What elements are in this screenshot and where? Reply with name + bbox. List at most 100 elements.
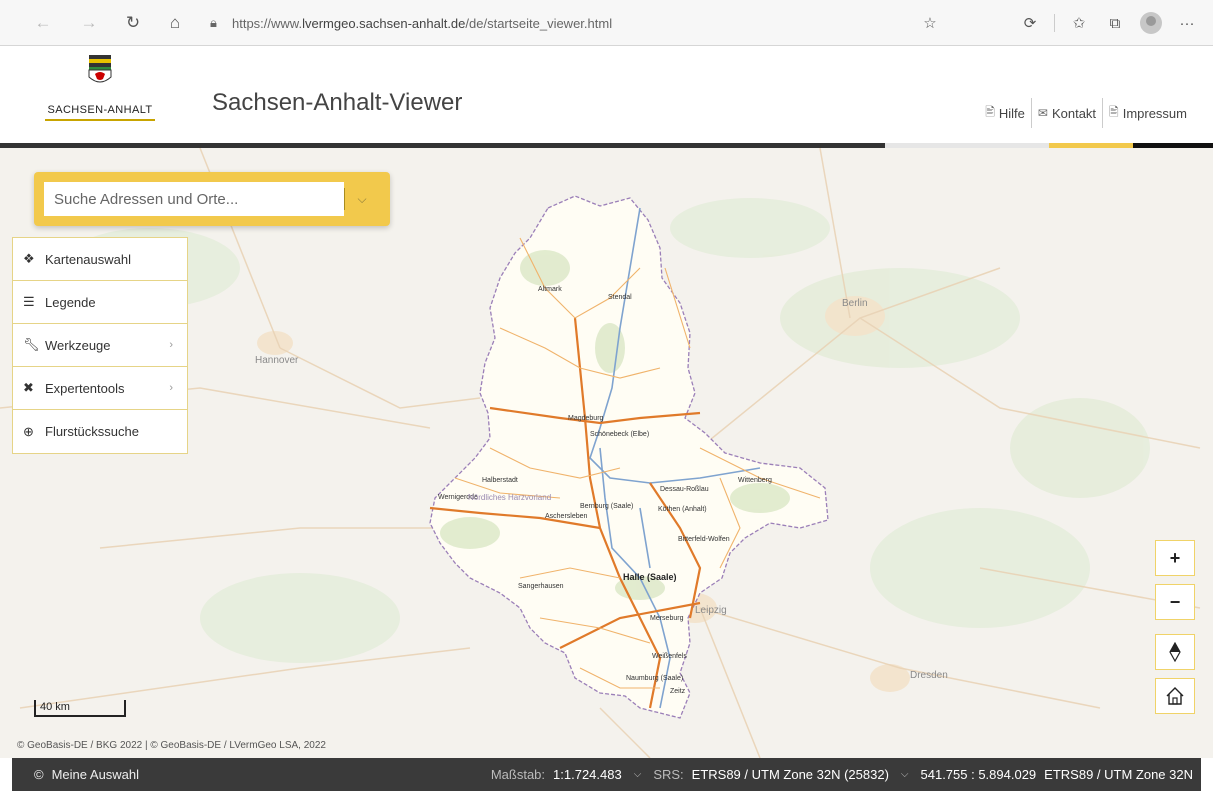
coat-of-arms-icon bbox=[88, 55, 112, 83]
add-favorite-icon[interactable]: ☆ bbox=[914, 8, 946, 38]
label-leipzig: Leipzig bbox=[695, 605, 727, 616]
label-halberstadt: Halberstadt bbox=[482, 477, 518, 484]
header-links: 🖹︎ Hilfe ✉︎ Kontakt 🖹︎ Impressum bbox=[979, 98, 1193, 128]
label-dessau: Dessau-Roßlau bbox=[660, 486, 709, 493]
chevron-right-icon: › bbox=[169, 339, 173, 351]
label-merseburg: Merseburg bbox=[650, 615, 684, 622]
scale-bar: 40 km bbox=[34, 700, 126, 717]
menu-item-legende[interactable]: ☰ Legende bbox=[13, 281, 187, 324]
profile-button[interactable] bbox=[1135, 8, 1167, 38]
toolbar-divider bbox=[1054, 14, 1055, 32]
forward-button[interactable]: → bbox=[74, 8, 104, 38]
extensions-icon[interactable]: ⟳ bbox=[1014, 8, 1046, 38]
address-bar[interactable]: 🔒︎ https://www. lvermgeo.sachsen-anhalt.d… bbox=[210, 8, 930, 38]
menu-item-label: Kartenauswahl bbox=[45, 251, 131, 267]
url-path: /de/startseite_viewer.html bbox=[465, 15, 613, 31]
search-dropdown-button[interactable]: ⌵ bbox=[344, 182, 380, 216]
scale-label: Maßstab: bbox=[490, 767, 546, 782]
label-weissenfels: Weißenfels bbox=[652, 653, 687, 660]
search-input[interactable] bbox=[44, 182, 344, 216]
help-link[interactable]: 🖹︎ Hilfe bbox=[979, 98, 1031, 128]
page-info-icon[interactable]: 🔒︎ bbox=[210, 15, 232, 31]
scale-select[interactable]: 1:1.724.483 bbox=[553, 767, 622, 782]
compass-icon bbox=[1169, 642, 1181, 662]
label-hannover: Hannover bbox=[255, 355, 299, 366]
label-nordharz: Nördliches Harzvorland bbox=[468, 493, 551, 502]
scale-bar-label: 40 km bbox=[40, 701, 70, 713]
north-arrow-button[interactable] bbox=[1155, 634, 1195, 670]
menu-item-werkzeuge[interactable]: 🔧︎ Werkzeuge › bbox=[13, 324, 187, 367]
logo-text: SACHSEN-ANHALT bbox=[47, 104, 153, 116]
srs-label: SRS: bbox=[653, 767, 684, 782]
help-link-label: Hilfe bbox=[998, 105, 1025, 121]
url-domain: lvermgeo.sachsen-anhalt.de bbox=[302, 15, 466, 31]
browser-actions: ☆ ⟳ ✩ ⧉ ··· bbox=[914, 8, 1203, 38]
label-halle: Halle (Saale) bbox=[623, 572, 677, 582]
label-berlin: Berlin bbox=[842, 298, 868, 309]
avatar bbox=[1140, 12, 1162, 34]
more-menu-icon[interactable]: ··· bbox=[1171, 8, 1203, 38]
status-bar: © Meine Auswahl Maßstab: 1:1.724.483 ⌵ S… bbox=[12, 758, 1201, 791]
search-parcel-icon: ⊕ bbox=[23, 423, 34, 439]
imprint-link[interactable]: 🖹︎ Impressum bbox=[1102, 98, 1193, 128]
chevron-down-icon: ⌵ bbox=[357, 191, 367, 206]
mail-icon: ✉︎ bbox=[1037, 106, 1048, 120]
srs-chevron-down-icon[interactable]: ⌵ bbox=[901, 769, 909, 780]
zoom-out-button[interactable]: − bbox=[1155, 584, 1195, 620]
label-koethen: Köthen (Anhalt) bbox=[658, 506, 707, 513]
label-magdeburg: Magdeburg bbox=[568, 415, 604, 422]
map-info: Maßstab: 1:1.724.483 ⌵ SRS: ETRS89 / UTM… bbox=[491, 767, 1193, 782]
menu-item-label: Werkzeuge bbox=[45, 337, 111, 353]
plus-icon: + bbox=[1169, 547, 1181, 568]
menu-item-expertentools[interactable]: ✖ Expertentools › bbox=[13, 367, 187, 410]
wrench-icon: 🔧︎ bbox=[23, 337, 40, 352]
my-selection-button[interactable]: © Meine Auswahl bbox=[34, 767, 139, 782]
coordinates-readout: 541.755 : 5.894.029 bbox=[920, 767, 1037, 782]
menu-item-flurstueckssuche[interactable]: ⊕ Flurstückssuche bbox=[13, 410, 187, 453]
menu-item-label: Expertentools bbox=[45, 380, 125, 396]
reload-button[interactable]: ↻ bbox=[118, 8, 148, 38]
scale-chevron-down-icon[interactable]: ⌵ bbox=[634, 769, 642, 780]
tools-icon: ✖ bbox=[23, 380, 34, 395]
browser-toolbar: ← → ↻ ⌂ 🔒︎ https://www. lvermgeo.sachsen-… bbox=[0, 0, 1213, 46]
menu-item-kartenauswahl[interactable]: ❖ Kartenauswahl bbox=[13, 238, 187, 281]
logo-underline bbox=[45, 119, 155, 121]
menu-item-label: Flurstückssuche bbox=[45, 424, 139, 439]
copyright-icon: © bbox=[34, 767, 44, 782]
coordinates-srs: ETRS89 / UTM Zone 32N bbox=[1044, 767, 1193, 782]
search-panel: ⌵ bbox=[34, 172, 390, 226]
label-naumburg: Naumburg (Saale) bbox=[626, 675, 683, 682]
label-schoenebeck: Schönebeck (Elbe) bbox=[590, 431, 649, 438]
list-icon: ☰ bbox=[23, 294, 35, 309]
label-bitterfeld: Bitterfeld-Wolfen bbox=[678, 536, 730, 543]
state-logo[interactable]: SACHSEN-ANHALT bbox=[30, 55, 170, 135]
label-wittenberg: Wittenberg bbox=[738, 477, 772, 484]
label-sangerhausen: Sangerhausen bbox=[518, 583, 564, 590]
contact-link-label: Kontakt bbox=[1051, 105, 1097, 121]
page-title: Sachsen-Anhalt-Viewer bbox=[212, 89, 463, 116]
help-icon: 🖹︎ bbox=[985, 104, 995, 119]
imprint-link-label: Impressum bbox=[1122, 105, 1187, 121]
my-selection-label: Meine Auswahl bbox=[51, 767, 140, 782]
label-dresden: Dresden bbox=[910, 670, 948, 681]
home-icon bbox=[1166, 687, 1184, 705]
site-header: SACHSEN-ANHALT Sachsen-Anhalt-Viewer bbox=[0, 47, 1213, 145]
back-button[interactable]: ← bbox=[28, 8, 58, 38]
zoom-in-button[interactable]: + bbox=[1155, 540, 1195, 576]
menu-item-label: Legende bbox=[45, 294, 96, 310]
chevron-right-icon: › bbox=[169, 382, 173, 394]
home-browser-button[interactable]: ⌂ bbox=[160, 8, 190, 38]
home-extent-button[interactable] bbox=[1155, 678, 1195, 714]
layers-icon: ❖ bbox=[23, 251, 35, 266]
srs-select[interactable]: ETRS89 / UTM Zone 32N (25832) bbox=[692, 767, 889, 782]
label-altmark: Altmark bbox=[538, 286, 562, 293]
label-aschersleben: Aschersleben bbox=[545, 513, 588, 520]
contact-link[interactable]: ✉︎ Kontakt bbox=[1030, 98, 1102, 128]
map-attribution: © GeoBasis-DE / BKG 2022 | © GeoBasis-DE… bbox=[17, 740, 326, 751]
collections-icon[interactable]: ⧉ bbox=[1099, 8, 1131, 38]
side-menu: ❖ Kartenauswahl ☰ Legende 🔧︎ Werkzeuge ›… bbox=[12, 237, 188, 454]
url-prefix: https://www. bbox=[232, 15, 303, 31]
favorites-icon[interactable]: ✩ bbox=[1063, 8, 1095, 38]
minus-icon: − bbox=[1169, 591, 1181, 612]
